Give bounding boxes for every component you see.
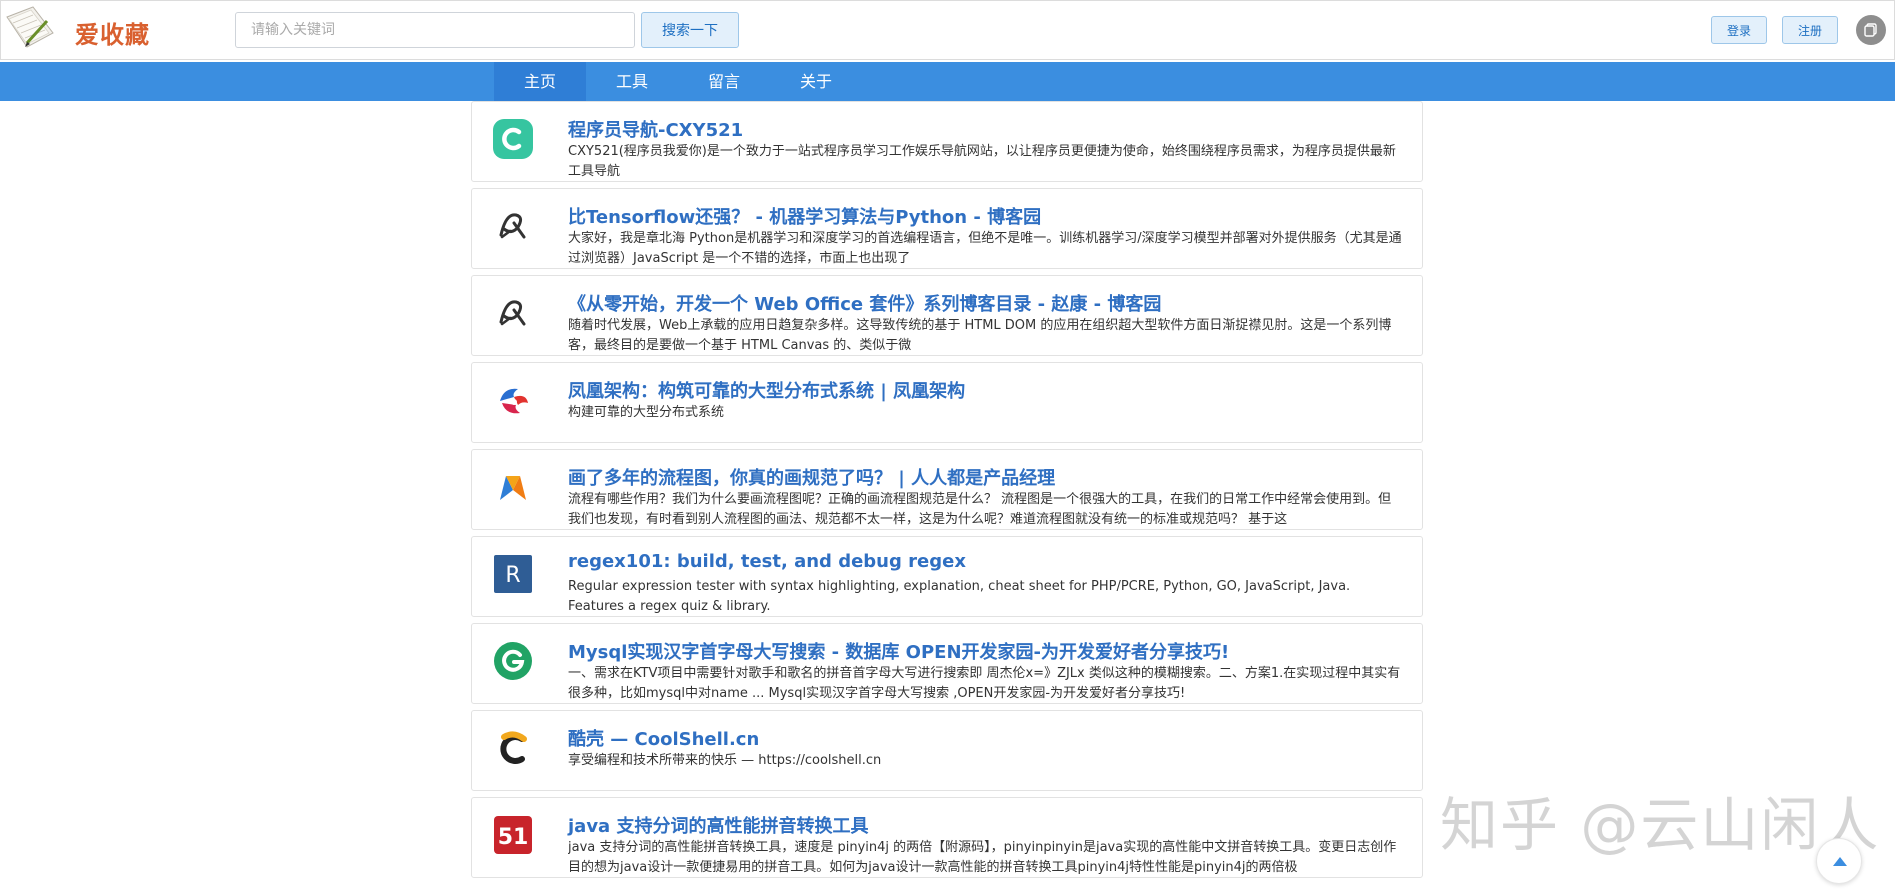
svg-text:R: R [505, 563, 520, 588]
site-header: 爱收藏 搜索一下 登录 注册 [0, 0, 1895, 60]
nav-item-tools[interactable]: 工具 [586, 62, 678, 101]
logo-notebook-icon[interactable] [3, 3, 57, 53]
list-item[interactable]: 《从零开始，开发一个 Web Office 套件》系列博客目录 - 赵康 - 博… [471, 275, 1423, 356]
list-item-desc: java 支持分词的高性能拼音转换工具，速度是 pinyin4j 的两倍【附源码… [568, 840, 1397, 875]
regex101-icon: R [494, 555, 532, 593]
back-to-top-button[interactable] [1816, 838, 1862, 884]
cnblogs-icon [499, 213, 526, 239]
list-item[interactable]: 画了多年的流程图，你真的画规范了吗？ | 人人都是产品经理 流程有哪些作用？我们… [471, 449, 1423, 530]
list-item-desc: 大家好，我是章北海 Python是机器学习和深度学习的首选编程语言，但绝不是唯一… [568, 231, 1402, 266]
list-item[interactable]: 凤凰架构：构筑可靠的大型分布式系统 | 凤凰架构 构建可靠的大型分布式系统 [471, 362, 1423, 443]
coolshell-icon [500, 731, 527, 764]
list-item[interactable]: 比Tensorflow还强？ - 机器学习算法与Python - 博客园 大家好… [471, 188, 1423, 269]
triangle-up-icon [1833, 857, 1847, 866]
list-item-desc: 构建可靠的大型分布式系统 [568, 405, 725, 420]
search-input[interactable] [235, 12, 635, 48]
main-nav: 主页 工具 留言 关于 [0, 62, 1895, 101]
svg-text:51: 51 [498, 825, 529, 850]
nav-item-messages[interactable]: 留言 [678, 62, 770, 101]
cxy-c-icon [493, 119, 533, 159]
list-item[interactable]: 程序员导航-CXY521 CXY521(程序员我爱你)是一个致力于一站式程序员学… [471, 101, 1423, 182]
nav-item-about[interactable]: 关于 [770, 62, 862, 101]
list-item[interactable]: R regex101: build, test, and debug regex… [471, 536, 1423, 617]
list-item-title[interactable]: 比Tensorflow还强？ - 机器学习算法与Python - 博客园 [568, 203, 1041, 229]
list-item-title[interactable]: 凤凰架构：构筑可靠的大型分布式系统 | 凤凰架构 [568, 377, 965, 403]
open-g-icon [494, 642, 532, 680]
list-item-desc: 一、需求在KTV项目中需要针对歌手和歌名的拼音首字母大写进行搜索即 周杰伦x=》… [568, 666, 1401, 701]
woshipm-icon [500, 476, 526, 500]
list-item-desc: 流程有哪些作用？我们为什么要画流程图呢？正确的画流程图规范是什么？ 流程图是一个… [568, 492, 1392, 527]
list-item-title[interactable]: regex101: build, test, and debug regex [568, 551, 966, 572]
list-item-title[interactable]: 程序员导航-CXY521 [568, 116, 743, 142]
site-title[interactable]: 爱收藏 [75, 15, 150, 50]
user-menu-icon[interactable] [1856, 15, 1886, 45]
nav-item-home[interactable]: 主页 [494, 62, 586, 101]
app-root: 爱收藏 搜索一下 登录 注册 主页 工具 留言 关于 程序员导航-CXY521 … [0, 0, 1901, 889]
list-item-title[interactable]: Mysql实现汉字首字母大写搜索 - 数据库 OPEN开发家园-为开发爱好者分享… [568, 638, 1229, 664]
list-item-title[interactable]: 《从零开始，开发一个 Web Office 套件》系列博客目录 - 赵康 - 博… [568, 290, 1161, 316]
list-item[interactable]: Mysql实现汉字首字母大写搜索 - 数据库 OPEN开发家园-为开发爱好者分享… [471, 623, 1423, 704]
list-item-desc: Regular expression tester with syntax hi… [568, 579, 1351, 614]
list-item-title[interactable]: 酷壳 — CoolShell.cn [568, 725, 759, 751]
list-item-title[interactable]: 画了多年的流程图，你真的画规范了吗？ | 人人都是产品经理 [568, 464, 1055, 490]
phoenix-icon [500, 388, 528, 414]
list-item[interactable]: 51 java 支持分词的高性能拼音转换工具 java 支持分词的高性能拼音转换… [471, 797, 1423, 878]
list-item-desc: 享受编程和技术所带来的快乐 — https://coolshell.cn [568, 753, 882, 768]
copy-icon [1864, 23, 1877, 37]
register-button[interactable]: 注册 [1782, 16, 1838, 44]
cnblogs-icon [499, 300, 526, 326]
list-item-title[interactable]: java 支持分词的高性能拼音转换工具 [568, 812, 868, 838]
list-item-desc: CXY521(程序员我爱你)是一个致力于一站式程序员学习工作娱乐导航网站，以让程… [568, 144, 1396, 179]
login-button[interactable]: 登录 [1711, 16, 1767, 44]
51cto-icon: 51 [494, 816, 532, 854]
list-item-desc: 随着时代发展，Web上承载的应用日趋复杂多样。这导致传统的基于 HTML DOM… [568, 318, 1392, 353]
search-button[interactable]: 搜索一下 [641, 12, 739, 48]
watermark: 知乎 @云山闲人 [1440, 791, 1881, 859]
list-item[interactable]: 酷壳 — CoolShell.cn 享受编程和技术所带来的快乐 — https:… [471, 710, 1423, 791]
